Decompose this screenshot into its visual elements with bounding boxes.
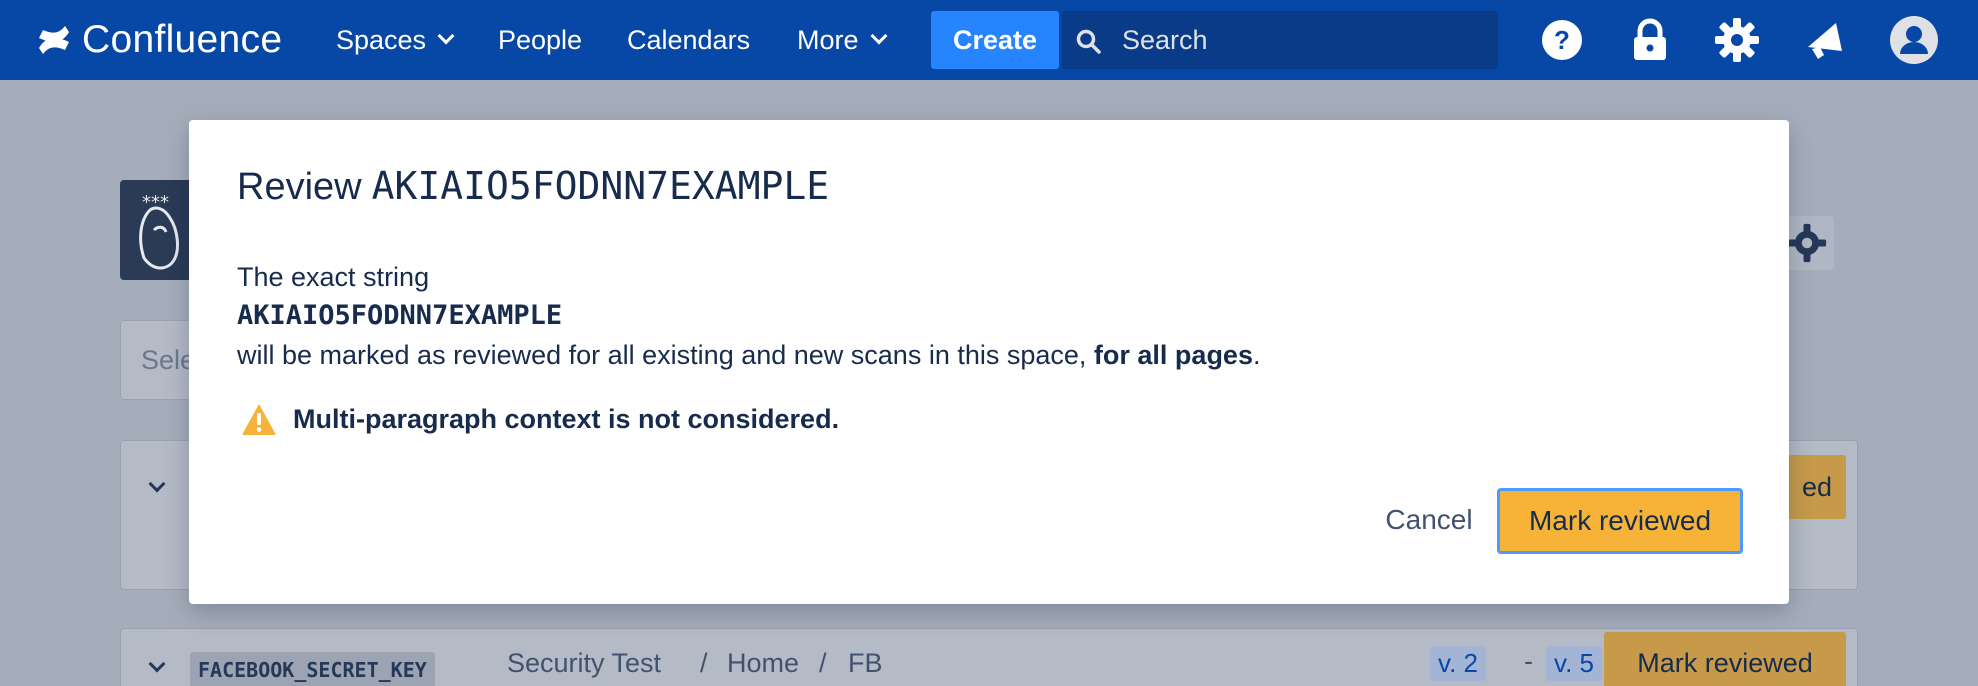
help-icon[interactable]: ? — [1536, 14, 1588, 66]
nav-spaces-label: Spaces — [336, 24, 427, 55]
nav-people[interactable]: People — [498, 0, 582, 80]
breadcrumb-separator: / — [819, 648, 827, 678]
mark-reviewed-button-bg-label: Mark reviewed — [1637, 647, 1813, 678]
dialog-title-prefix: Review — [237, 166, 362, 208]
dialog-text-line3-bold: for all pages — [1093, 340, 1253, 370]
dialog-warning-text: Multi-paragraph context is not considere… — [293, 403, 840, 434]
version-to-link[interactable]: v. 5 — [1546, 646, 1602, 681]
chevron-down-icon — [870, 27, 888, 45]
dialog-text-line3: will be marked as reviewed for all exist… — [237, 340, 1260, 371]
mark-reviewed-button-bg[interactable]: Mark reviewed — [1604, 632, 1846, 686]
dialog-title-key: AKIAIO5FODNN7EXAMPLE — [371, 164, 830, 208]
avatar[interactable] — [1888, 14, 1940, 66]
nav-spaces[interactable]: Spaces — [336, 0, 455, 80]
nav-more[interactable]: More — [797, 0, 888, 80]
nav-calendars[interactable]: Calendars — [627, 0, 750, 80]
cancel-button[interactable]: Cancel — [1359, 488, 1499, 552]
breadcrumb-page[interactable]: FB — [848, 648, 883, 679]
top-navigation: Confluence Spaces People Calendars More … — [0, 0, 1978, 80]
dialog-secret-string: AKIAIO5FODNN7EXAMPLE — [237, 300, 563, 331]
dialog-text-line1: The exact string — [237, 262, 430, 292]
warning-icon — [242, 404, 276, 435]
notification-megaphone-icon[interactable] — [1799, 14, 1851, 66]
logo-text: Confluence — [82, 18, 283, 61]
chevron-down-icon — [437, 27, 455, 45]
review-dialog: Review AKIAIO5FODNN7EXAMPLE The exact st… — [189, 120, 1789, 604]
dialog-title: Review AKIAIO5FODNN7EXAMPLE — [237, 164, 829, 209]
search-input[interactable]: Search — [1062, 11, 1498, 69]
svg-text:?: ? — [1554, 25, 1570, 55]
svg-text:***: *** — [142, 192, 169, 213]
lock-icon[interactable] — [1624, 14, 1676, 66]
confluence-logo[interactable]: Confluence — [36, 0, 282, 80]
select-filter-label: Sele — [141, 345, 196, 375]
breadcrumb-home[interactable]: Home — [727, 648, 799, 679]
search-placeholder: Search — [1122, 24, 1208, 55]
nav-more-label: More — [797, 24, 859, 55]
search-icon — [1076, 29, 1101, 54]
nav-calendars-label: Calendars — [627, 24, 751, 55]
create-button[interactable]: Create — [931, 11, 1059, 69]
nav-people-label: People — [498, 24, 583, 55]
dialog-text-line3-pre: will be marked as reviewed for all exist… — [237, 340, 1094, 370]
mark-reviewed-button[interactable]: Mark reviewed — [1497, 488, 1743, 554]
dialog-text-line3-post: . — [1252, 340, 1261, 370]
version-separator: - — [1524, 646, 1533, 676]
mark-reviewed-button-partial-label: ed — [1801, 471, 1833, 502]
gear-icon[interactable] — [1711, 14, 1763, 66]
dialog-warning: Multi-paragraph context is not considere… — [241, 402, 839, 436]
breadcrumb-space[interactable]: Security Test — [507, 648, 661, 679]
version-from-link[interactable]: v. 2 — [1430, 646, 1486, 681]
confluence-logo-icon — [36, 22, 72, 58]
mark-reviewed-button-partial[interactable]: ed — [1788, 455, 1846, 519]
secret-key-label: FACEBOOK_SECRET_KEY — [190, 652, 435, 686]
breadcrumb-separator: / — [700, 648, 708, 678]
